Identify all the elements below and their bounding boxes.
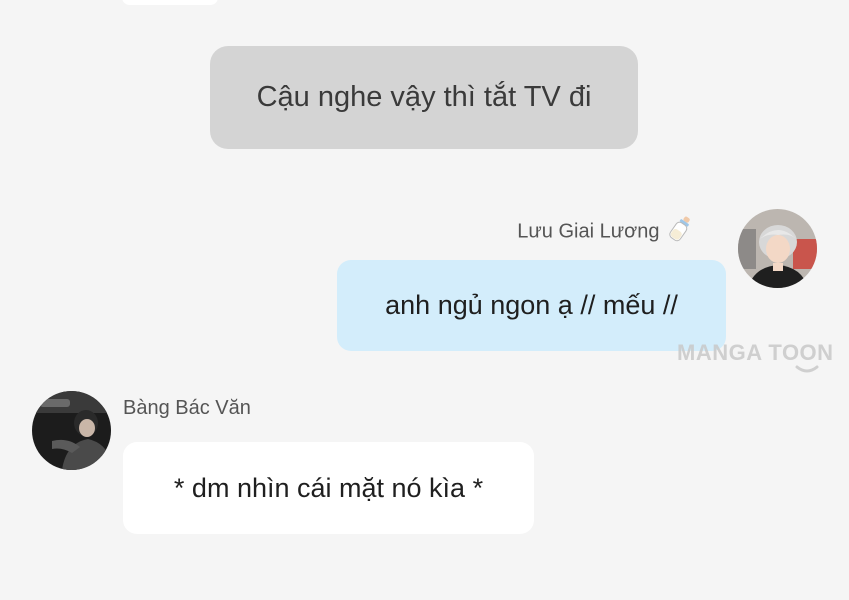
sender-name-right: Lưu Giai Lương xyxy=(517,214,693,250)
narration-text: Cậu nghe vậy thì tắt TV đi xyxy=(256,81,592,113)
baby-bottle-icon xyxy=(667,214,693,250)
message-bubble-left[interactable]: * dm nhìn cái mặt nó kìa * xyxy=(123,442,534,534)
sender-name-text: Lưu Giai Lương xyxy=(517,220,660,243)
avatar-right[interactable] xyxy=(738,209,817,288)
watermark-logo: MANGA TOON xyxy=(677,340,834,365)
sender-name-text: Bàng Bác Văn xyxy=(123,397,251,419)
previous-message-bubble-edge xyxy=(122,0,218,5)
avatar-left[interactable] xyxy=(32,391,111,470)
narration-bubble: Cậu nghe vậy thì tắt TV đi xyxy=(210,46,638,149)
message-text-right: anh ngủ ngon ạ // mếu // xyxy=(385,290,678,320)
message-bubble-right[interactable]: anh ngủ ngon ạ // mếu // xyxy=(337,260,726,351)
sender-name-left: Bàng Bác Văn xyxy=(123,397,251,420)
watermark-smile-icon xyxy=(795,365,819,373)
message-text-left: * dm nhìn cái mặt nó kìa * xyxy=(173,472,484,503)
